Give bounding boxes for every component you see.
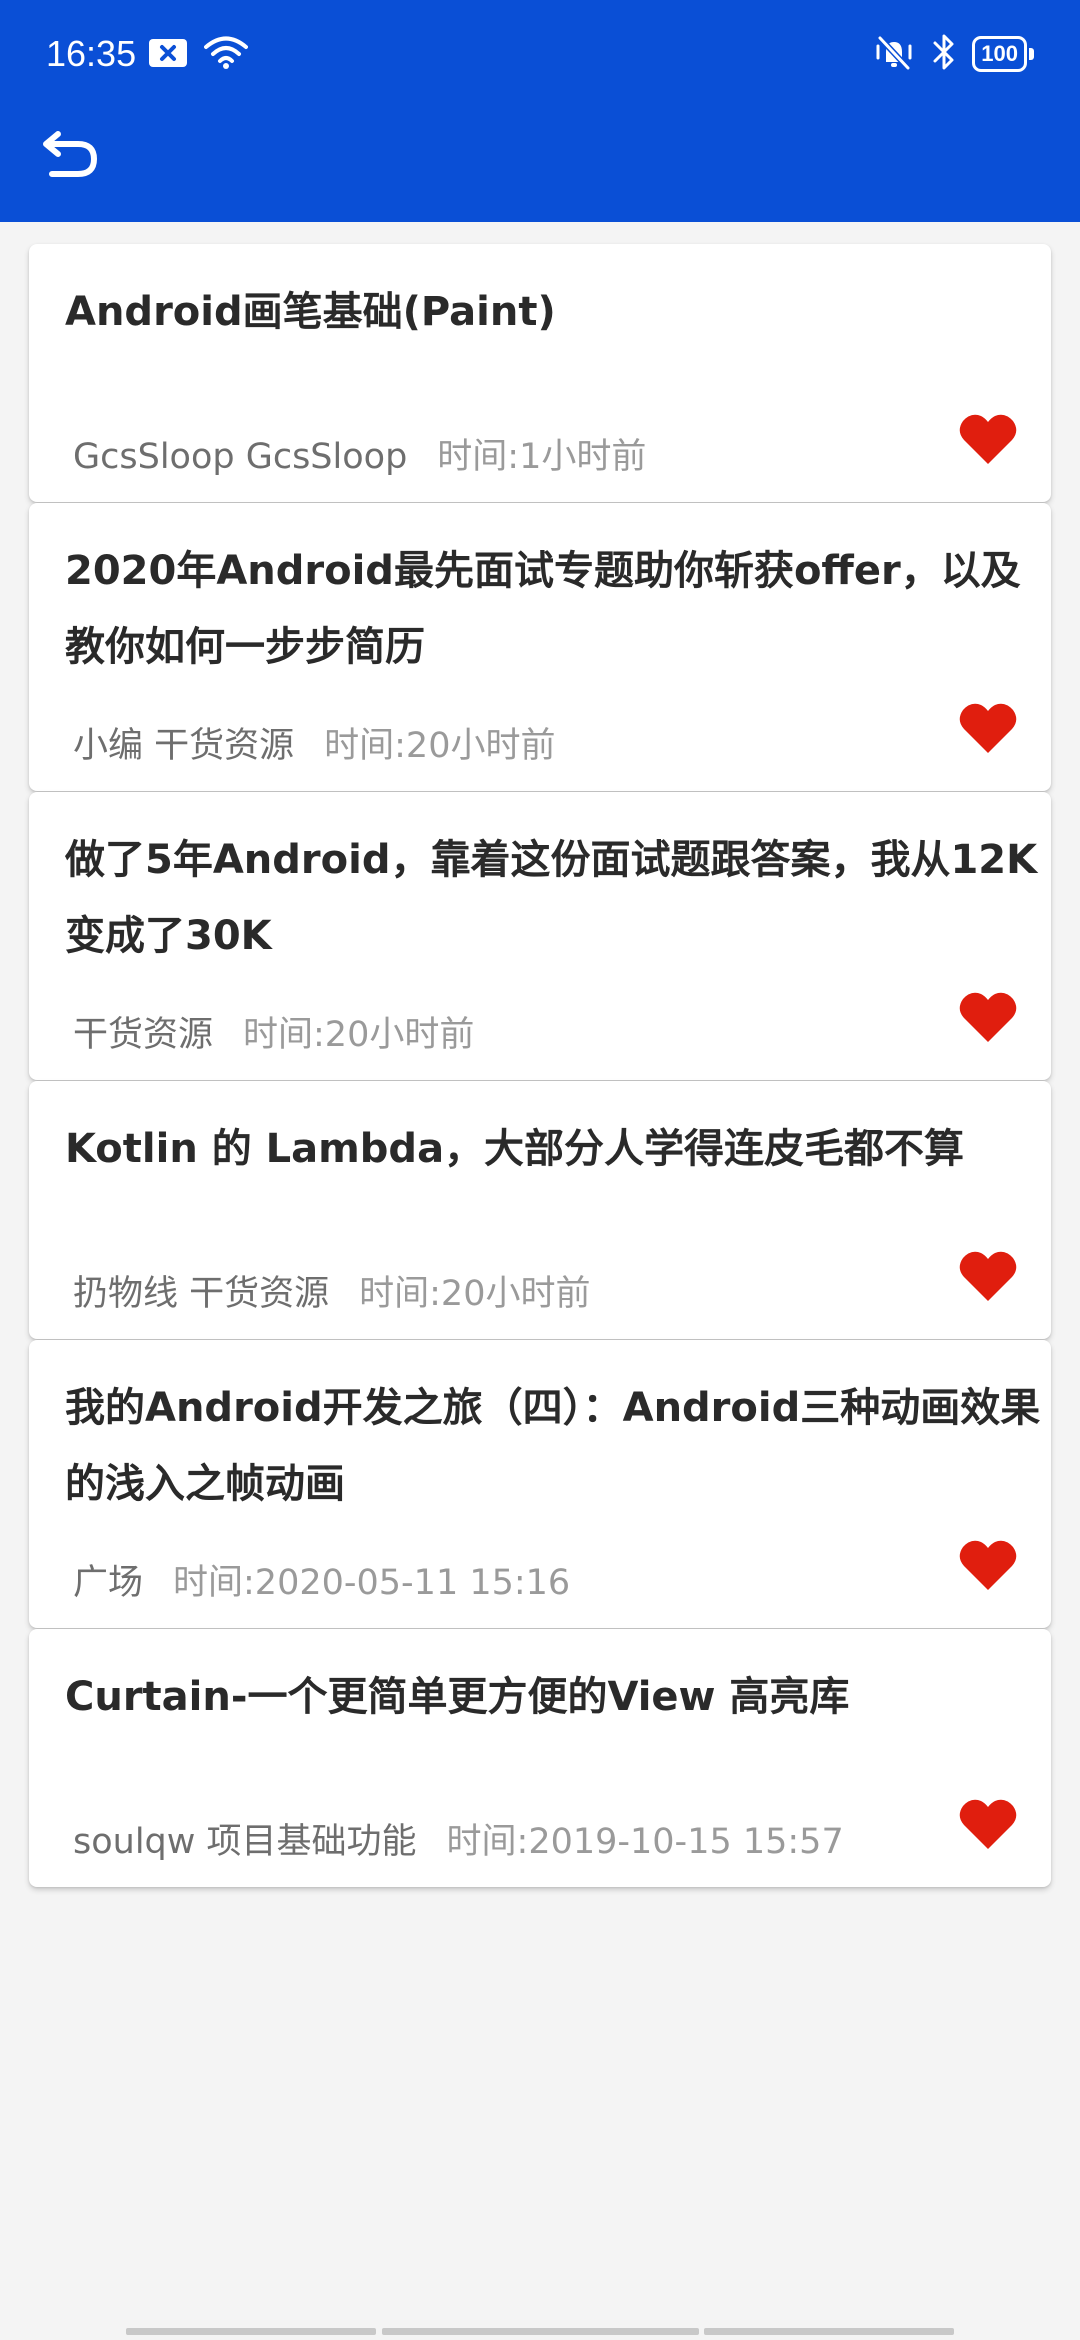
article-time: 时间:20小时前 bbox=[243, 1015, 475, 1055]
article-title: Kotlin 的 Lambda，大部分人学得连皮毛都不算 bbox=[65, 1126, 965, 1172]
article-time: 时间:2019-10-15 15:57 bbox=[446, 1822, 844, 1862]
heart-icon[interactable] bbox=[959, 701, 1017, 755]
article-meta: 广场 时间:2020-05-11 15:16 bbox=[73, 1558, 570, 1608]
article-author: 扔物线 干货资源 bbox=[73, 1274, 330, 1314]
article-title: 2020年Android最先面试专题助你斩获offer，以及教你如何一步步简历 bbox=[65, 548, 1021, 670]
article-title: 我的Android开发之旅（四）：Android三种动画效果的浅入之帧动画 bbox=[65, 1385, 1041, 1507]
article-time: 时间:20小时前 bbox=[324, 726, 556, 766]
article-title: 做了5年Android，靠着这份面试题跟答案，我从12K变成了30K bbox=[65, 837, 1038, 959]
article-title: Android画笔基础(Paint) bbox=[65, 289, 556, 335]
app-bar: 16:35 100 bbox=[0, 0, 1080, 222]
tab-indicator[interactable] bbox=[382, 2328, 699, 2335]
heart-icon[interactable] bbox=[959, 1538, 1017, 1592]
battery-level: 100 bbox=[972, 36, 1027, 72]
article-title: Curtain-一个更简单更方便的View 高亮库 bbox=[65, 1674, 850, 1720]
article-meta: 扔物线 干货资源 时间:20小时前 bbox=[73, 1269, 590, 1319]
heart-icon[interactable] bbox=[959, 990, 1017, 1044]
article-time: 时间:2020-05-11 15:16 bbox=[173, 1563, 571, 1603]
article-card[interactable]: Curtain-一个更简单更方便的View 高亮库 soulqw 项目基础功能时… bbox=[29, 1629, 1051, 1887]
bluetooth-icon bbox=[932, 33, 956, 75]
article-meta: soulqw 项目基础功能 时间:2019-10-15 15:57 bbox=[73, 1817, 844, 1867]
article-author: 广场 bbox=[73, 1563, 144, 1603]
article-meta: 小编 干货资源 时间:20小时前 bbox=[73, 721, 555, 771]
bottom-tab-indicators bbox=[0, 2328, 1080, 2340]
status-right-icons: 100 bbox=[872, 32, 1034, 76]
article-card[interactable]: 做了5年Android，靠着这份面试题跟答案，我从12K变成了30K 干货资源时… bbox=[29, 792, 1051, 1080]
undo-arrow-icon bbox=[43, 131, 97, 177]
article-card[interactable]: Android画笔基础(Paint) GcsSloop GcsSloop 时间:1… bbox=[29, 244, 1051, 502]
article-author: GcsSloop GcsSloop bbox=[73, 437, 408, 477]
article-meta: GcsSloop GcsSloop 时间:1小时前 bbox=[73, 432, 646, 482]
heart-icon[interactable] bbox=[959, 412, 1017, 466]
tab-indicator[interactable] bbox=[126, 2328, 376, 2335]
tab-indicator[interactable] bbox=[704, 2328, 954, 2335]
battery-icon: 100 bbox=[972, 36, 1034, 72]
back-button[interactable] bbox=[40, 122, 102, 184]
article-author: soulqw 项目基础功能 bbox=[73, 1822, 417, 1862]
status-left-icons bbox=[148, 36, 248, 74]
article-card[interactable]: 2020年Android最先面试专题助你斩获offer，以及教你如何一步步简历 … bbox=[29, 503, 1051, 791]
vibrate-mute-icon bbox=[872, 32, 916, 76]
notification-icon bbox=[148, 38, 188, 72]
article-card[interactable]: 我的Android开发之旅（四）：Android三种动画效果的浅入之帧动画 广场… bbox=[29, 1340, 1051, 1628]
wifi-icon bbox=[204, 36, 248, 74]
article-meta: 干货资源 时间:20小时前 bbox=[73, 1010, 474, 1060]
article-author: 干货资源 bbox=[73, 1015, 214, 1055]
article-card[interactable]: Kotlin 的 Lambda，大部分人学得连皮毛都不算 扔物线 干货资源 时间:… bbox=[29, 1081, 1051, 1339]
status-time: 16:35 bbox=[46, 33, 137, 74]
heart-icon[interactable] bbox=[959, 1249, 1017, 1303]
article-time: 时间:20小时前 bbox=[359, 1274, 591, 1314]
heart-icon[interactable] bbox=[959, 1797, 1017, 1851]
article-author: 小编 干货资源 bbox=[73, 726, 295, 766]
article-time: 时间:1小时前 bbox=[437, 437, 647, 477]
